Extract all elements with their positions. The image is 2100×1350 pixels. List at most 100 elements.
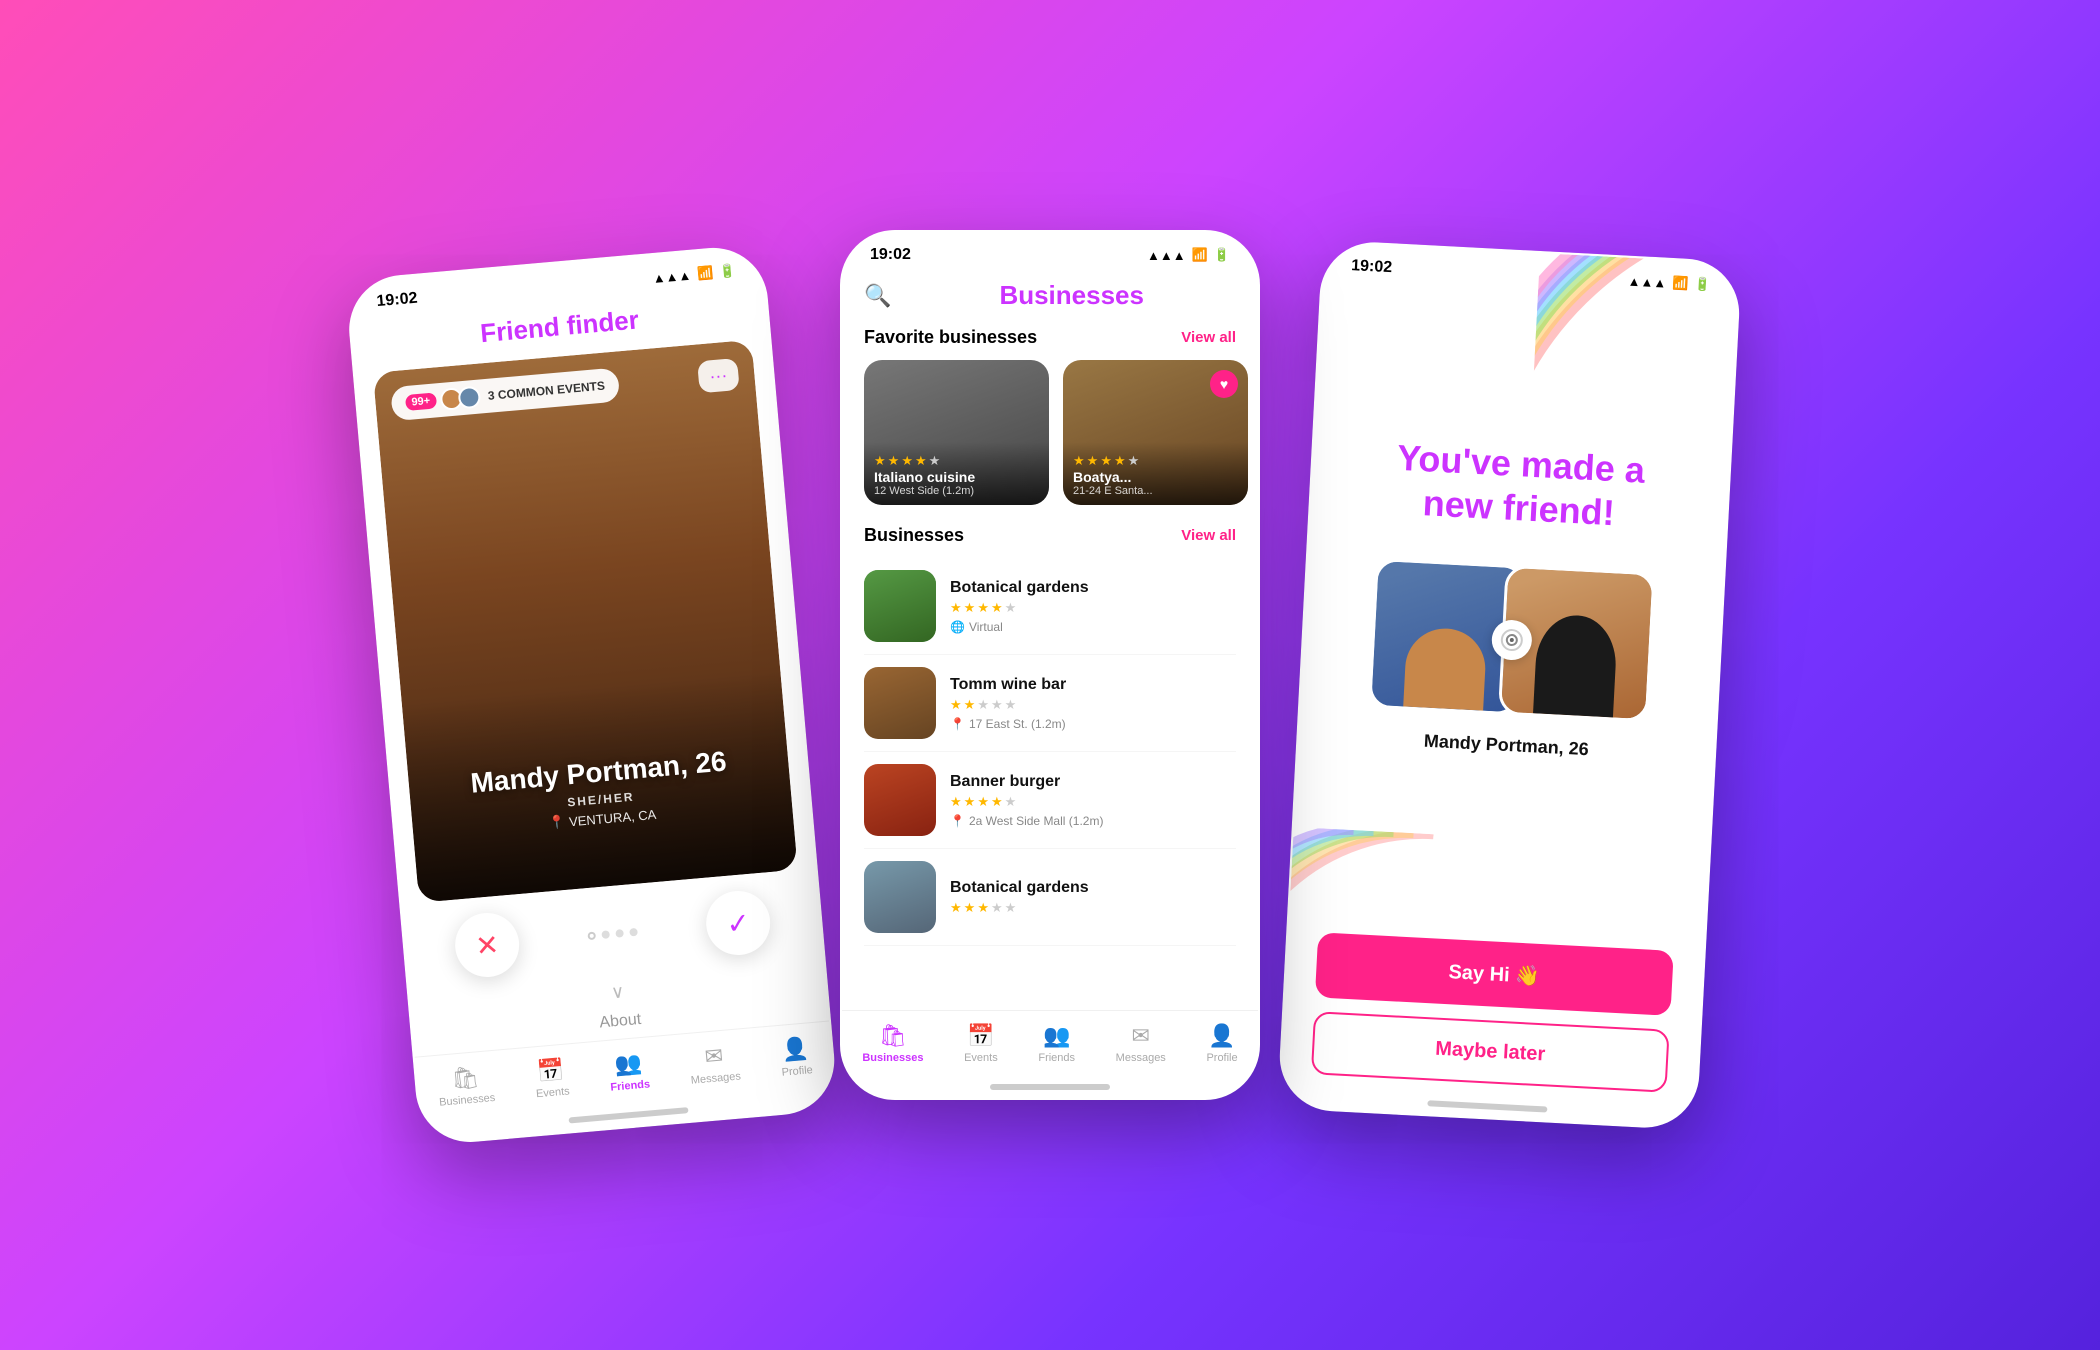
- nav-profile-center[interactable]: 👤 Profile: [1206, 1023, 1237, 1064]
- bottom-nav-center: 🛍 Businesses 📅 Events 👥 Friends ✉ Messag…: [842, 1010, 1258, 1084]
- match-content: You've made a new friend! Mandy Po: [1288, 282, 1737, 953]
- biz-info-1: Botanical gardens ★★★★★ 🌐 Virtual: [950, 579, 1236, 634]
- biz-stars-3: ★★★★★: [950, 794, 1236, 810]
- screen-left: 19:02 ▲▲▲ 📶 🔋 Friend finder 99+: [347, 245, 837, 1144]
- dots-indicator: [587, 928, 638, 940]
- biz-name-3: Banner burger: [950, 773, 1236, 791]
- screen-right: 19:02 ▲▲▲ 📶 🔋 You've made a new friend!: [1279, 242, 1740, 1129]
- events-icon-left: 📅: [536, 1057, 566, 1085]
- fav-card-1-dist: 12 West Side (1.2m): [874, 485, 1039, 497]
- phone-left: 19:02 ▲▲▲ 📶 🔋 Friend finder 99+: [345, 243, 839, 1146]
- businesses-title: Businesses: [907, 280, 1236, 311]
- search-icon[interactable]: 🔍: [864, 283, 891, 309]
- biz-stars-2: ★★★★★: [950, 697, 1236, 713]
- fav-card-1-stars: ★ ★ ★ ★ ★: [874, 453, 1039, 469]
- battery-icon-c: 🔋: [1214, 247, 1230, 263]
- dot-4: [629, 928, 638, 937]
- messages-icon-left: ✉: [704, 1043, 725, 1071]
- profile-icon-center: 👤: [1208, 1023, 1235, 1049]
- view-all-favorites[interactable]: View all: [1181, 329, 1236, 346]
- dot-2: [601, 930, 610, 939]
- signal-icon: ▲▲▲: [652, 267, 692, 285]
- biz-item-3[interactable]: Banner burger ★★★★★ 📍 2a West Side Mall …: [864, 752, 1236, 849]
- favorite-cards-scroll: ★ ★ ★ ★ ★ Italiano cuisine 12 West Side …: [842, 360, 1258, 525]
- nav-label-events-center: Events: [964, 1052, 998, 1064]
- nav-label-friends-left: Friends: [610, 1078, 651, 1093]
- status-icons-center: ▲▲▲ 📶 🔋: [1147, 247, 1230, 263]
- status-bar-center: 19:02 ▲▲▲ 📶 🔋: [842, 232, 1258, 272]
- biz-meta-2: 📍 17 East St. (1.2m): [950, 717, 1236, 731]
- messages-icon-center: ✉: [1132, 1023, 1150, 1049]
- nav-businesses-left[interactable]: 🛍 Businesses: [436, 1063, 496, 1109]
- nav-label-profile-center: Profile: [1206, 1052, 1237, 1064]
- biz-thumb-3: [864, 764, 936, 836]
- biz-info-2: Tomm wine bar ★★★★★ 📍 17 East St. (1.2m): [950, 676, 1236, 731]
- phone-center: 19:02 ▲▲▲ 📶 🔋 🔍 Businesses Favorite busi…: [840, 230, 1260, 1100]
- wifi-icon-r: 📶: [1672, 275, 1689, 292]
- nav-businesses-center[interactable]: 🛍 Businesses: [862, 1023, 923, 1064]
- biz-meta-3: 📍 2a West Side Mall (1.2m): [950, 814, 1236, 828]
- businesses-header: 🔍 Businesses: [842, 272, 1258, 327]
- nav-label-profile-left: Profile: [781, 1064, 813, 1079]
- match-person-name: Mandy Portman, 26: [1423, 730, 1589, 760]
- friends-icon-left: 👥: [614, 1050, 644, 1078]
- signal-icon-c: ▲▲▲: [1147, 248, 1186, 263]
- status-icons-right: ▲▲▲ 📶 🔋: [1627, 273, 1711, 293]
- dot-3: [615, 929, 624, 938]
- mini-avatar-2: [457, 386, 481, 410]
- screen-center: 19:02 ▲▲▲ 📶 🔋 🔍 Businesses Favorite busi…: [842, 232, 1258, 1098]
- biz-stars-1: ★★★★★: [950, 600, 1236, 616]
- businesses-section-header: Businesses View all: [842, 525, 1258, 558]
- nav-label-messages-center: Messages: [1116, 1052, 1166, 1064]
- location-pin-icon-2: 📍: [950, 717, 965, 731]
- fav-card-2-dist: 21-24 E Santa...: [1073, 485, 1238, 497]
- nav-messages-left[interactable]: ✉ Messages: [688, 1042, 742, 1087]
- nav-friends-center[interactable]: 👥 Friends: [1038, 1023, 1075, 1064]
- badge-count: 99+: [405, 392, 437, 411]
- signal-icon-r: ▲▲▲: [1627, 273, 1666, 290]
- battery-icon-r: 🔋: [1694, 276, 1711, 293]
- biz-name-2: Tomm wine bar: [950, 676, 1236, 694]
- favorite-section-title: Favorite businesses: [864, 327, 1037, 348]
- nav-label-businesses-left: Businesses: [439, 1092, 496, 1109]
- location-pin-icon-3: 📍: [950, 814, 965, 828]
- fav-card-1[interactable]: ★ ★ ★ ★ ★ Italiano cuisine 12 West Side …: [864, 360, 1049, 505]
- nav-events-center[interactable]: 📅 Events: [964, 1023, 998, 1064]
- more-options-button[interactable]: ···: [697, 358, 740, 393]
- fav-card-2-info: ★ ★ ★ ★ ★ Boatya... 21-24 E Santa...: [1063, 442, 1248, 505]
- maybe-later-button[interactable]: Maybe later: [1311, 1011, 1670, 1093]
- home-indicator-center: [990, 1084, 1110, 1090]
- fav-card-1-name: Italiano cuisine: [874, 469, 1039, 485]
- fav-card-2-name: Boatya...: [1073, 469, 1238, 485]
- reject-button[interactable]: ✕: [452, 910, 521, 979]
- biz-item-2[interactable]: Tomm wine bar ★★★★★ 📍 17 East St. (1.2m): [864, 655, 1236, 752]
- businesses-section-title: Businesses: [864, 525, 964, 546]
- status-icons-left: ▲▲▲ 📶 🔋: [652, 263, 736, 286]
- wifi-icon-c: 📶: [1192, 247, 1208, 263]
- badge-avatars: [443, 386, 481, 411]
- businesses-icon-left: 🛍: [450, 1064, 480, 1092]
- profile-icon-left: 👤: [781, 1035, 811, 1063]
- fav-card-2[interactable]: ♥ ★ ★ ★ ★ ★ Boatya... 21-24 E Santa...: [1063, 360, 1248, 505]
- events-icon-center: 📅: [967, 1023, 994, 1049]
- match-photos: [1368, 558, 1655, 722]
- nav-label-friends-center: Friends: [1038, 1052, 1075, 1064]
- biz-thumb-4: [864, 861, 936, 933]
- accept-button[interactable]: ✓: [704, 888, 773, 957]
- businesses-icon-center: 🛍: [879, 1023, 907, 1049]
- nav-profile-left[interactable]: 👤 Profile: [779, 1035, 814, 1079]
- nav-messages-center[interactable]: ✉ Messages: [1116, 1023, 1166, 1064]
- location-pin-icon: 📍: [548, 814, 566, 831]
- nav-friends-left[interactable]: 👥 Friends: [607, 1049, 650, 1093]
- nav-events-left[interactable]: 📅 Events: [533, 1056, 570, 1100]
- view-all-businesses[interactable]: View all: [1181, 527, 1236, 544]
- biz-item-4[interactable]: Botanical gardens ★★★★★: [864, 849, 1236, 946]
- biz-name-4: Botanical gardens: [950, 879, 1236, 897]
- virtual-icon: 🌐: [950, 620, 965, 634]
- profile-card: 99+ 3 COMMON EVENTS ··· Mandy Portman, 2…: [373, 340, 798, 903]
- wifi-icon: 📶: [696, 265, 714, 282]
- bottom-buttons: Say Hi 👋 Maybe later: [1280, 931, 1704, 1115]
- biz-info-3: Banner burger ★★★★★ 📍 2a West Side Mall …: [950, 773, 1236, 828]
- biz-item-1[interactable]: Botanical gardens ★★★★★ 🌐 Virtual: [864, 558, 1236, 655]
- businesses-list: Botanical gardens ★★★★★ 🌐 Virtual Tomm w: [842, 558, 1258, 1010]
